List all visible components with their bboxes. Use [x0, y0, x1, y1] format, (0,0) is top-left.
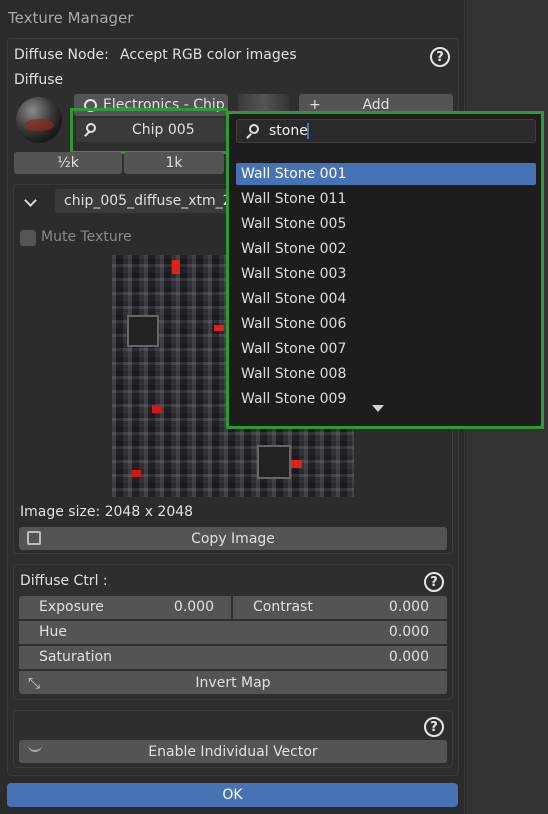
image-size-label: Image size: 2048 x 2048 [20, 504, 194, 520]
text-cursor [307, 123, 309, 139]
dropdown-item[interactable]: Wall Stone 001 [236, 163, 536, 185]
saturation-value: 0.000 [388, 649, 429, 665]
exposure-field[interactable]: Exposure 0.000 [19, 596, 231, 619]
dropdown-item[interactable]: Wall Stone 009 [236, 388, 536, 410]
search-icon-handle [246, 133, 252, 139]
dropdown-item[interactable]: Wall Stone 002 [236, 238, 536, 260]
search-value: stone [269, 123, 308, 139]
mute-checkbox[interactable] [20, 230, 36, 246]
dropdown-item[interactable]: Wall Stone 011 [236, 188, 536, 210]
search-input[interactable]: stone [236, 119, 536, 143]
saturation-label: Saturation [39, 649, 112, 665]
window-title: Texture Manager [8, 9, 134, 27]
diffuse-node-label: Diffuse Node: [14, 47, 109, 63]
hue-value: 0.000 [388, 624, 429, 640]
invert-icon: ⤡ [28, 674, 41, 692]
saturation-field[interactable]: Saturation 0.000 [19, 646, 447, 669]
enable-vector-label: Enable Individual Vector [148, 743, 318, 760]
exposure-value: 0.000 [173, 599, 214, 615]
help-icon[interactable]: ? [424, 572, 444, 592]
help-icon[interactable]: ? [430, 47, 450, 67]
resolution-half-k[interactable]: ½k [14, 152, 122, 174]
dropdown-item[interactable]: Wall Stone 003 [236, 263, 536, 285]
hue-field[interactable]: Hue 0.000 [19, 621, 447, 644]
diffuse-ctrl-title: Diffuse Ctrl : [20, 573, 108, 589]
dropdown-item[interactable]: Wall Stone 007 [236, 338, 536, 360]
diffuse-node-value: Accept RGB color images [120, 47, 297, 63]
chevron-down-icon[interactable] [24, 194, 38, 208]
copy-image-button[interactable]: Copy Image [19, 527, 447, 550]
resolution-1k[interactable]: 1k [124, 152, 224, 174]
exposure-label: Exposure [39, 599, 104, 615]
material-preview-sphere[interactable] [16, 97, 62, 143]
mute-label: Mute Texture [41, 229, 132, 245]
contrast-field[interactable]: Contrast 0.000 [233, 596, 447, 619]
invert-map-button[interactable]: ⤡ Invert Map [19, 671, 447, 694]
dropdown-item[interactable]: Wall Stone 005 [236, 213, 536, 235]
file-name-field[interactable]: chip_005_diffuse_xtm_2 [55, 189, 227, 213]
contrast-value: 0.000 [388, 599, 429, 615]
hue-label: Hue [39, 624, 68, 640]
selection-highlight [70, 108, 228, 154]
ok-button[interactable]: OK [7, 783, 458, 807]
dropdown-item[interactable]: Wall Stone 008 [236, 363, 536, 385]
dropdown-item[interactable]: Wall Stone 004 [236, 288, 536, 310]
enable-individual-vector-button[interactable]: Enable Individual Vector [19, 740, 447, 763]
invert-map-label: Invert Map [195, 674, 271, 691]
diffuse-label: Diffuse [14, 72, 64, 88]
contrast-label: Contrast [253, 599, 313, 615]
help-icon[interactable]: ? [424, 717, 444, 737]
dropdown-item[interactable]: Wall Stone 006 [236, 313, 536, 335]
copy-icon [27, 531, 41, 545]
scroll-down-arrow-icon[interactable] [372, 405, 384, 412]
copy-image-label: Copy Image [191, 530, 275, 547]
toggle-arc-icon [28, 744, 42, 752]
